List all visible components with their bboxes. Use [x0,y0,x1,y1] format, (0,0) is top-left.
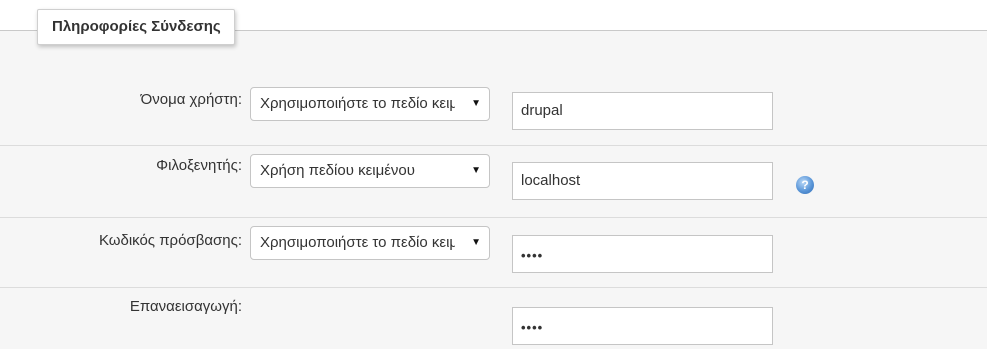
password-source-select[interactable]: Χρησιμοποιήστε το πεδίο κειμένου ▼ [250,226,490,260]
password-input[interactable]: •••• [512,235,773,273]
username-label: Όνομα χρήστη: [140,91,242,108]
chevron-down-icon: ▼ [471,98,481,109]
row-divider [0,145,987,146]
host-source-select-value: Χρήση πεδίου κειμένου [260,162,415,179]
username-source-select-value: Χρησιμοποιήστε το πεδίο κειμένου [260,95,455,112]
username-source-select[interactable]: Χρησιμοποιήστε το πεδίο κειμένου ▼ [250,87,490,121]
row-divider [0,217,987,218]
password-source-select-value: Χρησιμοποιήστε το πεδίο κειμένου [260,234,455,251]
chevron-down-icon: ▼ [471,237,481,248]
fieldset-legend: Πληροφορίες Σύνδεσης [37,9,235,45]
row-divider [0,287,987,288]
host-input[interactable]: localhost [512,162,773,200]
retype-label: Επαναεισαγωγή: [129,298,242,315]
host-label: Φιλοξενητής: [156,157,242,174]
help-icon[interactable]: ? [796,176,814,194]
host-source-select[interactable]: Χρήση πεδίου κειμένου ▼ [250,154,490,188]
password-label: Κωδικός πρόσβασης: [98,232,242,249]
username-input[interactable]: drupal [512,92,773,130]
retype-password-input[interactable]: •••• [512,307,773,345]
chevron-down-icon: ▼ [471,165,481,176]
